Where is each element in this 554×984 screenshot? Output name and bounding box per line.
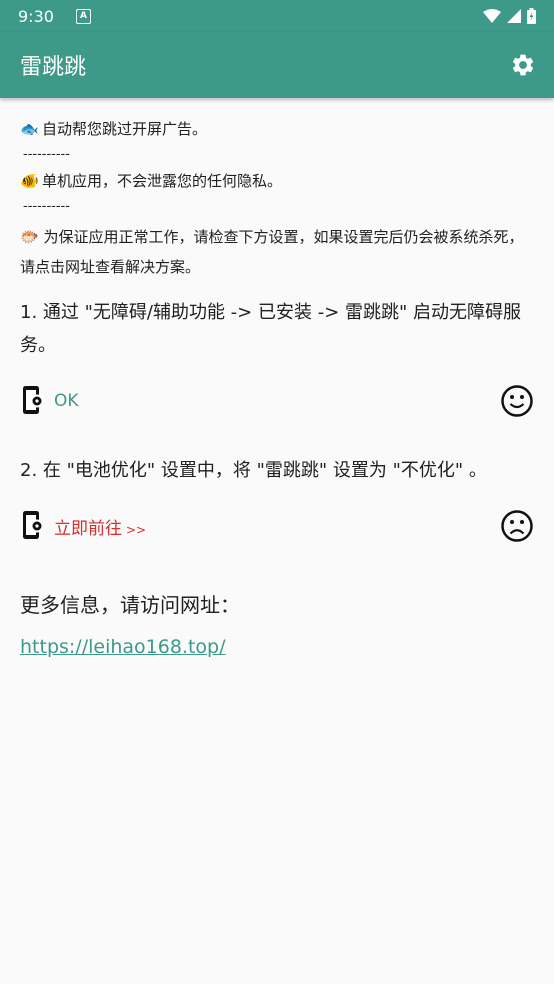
settings-button[interactable]	[508, 50, 538, 80]
separator: ----------	[23, 199, 70, 214]
intro-text-2: 单机应用，不会泄露您的任何隐私。	[42, 172, 283, 190]
intro-text-3-body: 为保证应用正常工作，请检查下方设置，如果设置完后仍会被系统杀死，请点击网址查看解…	[20, 228, 524, 276]
smiley-face-icon	[501, 385, 533, 417]
intro-line-3: 🐡 为保证应用正常工作，请检查下方设置，如果设置完后仍会被系统杀死，请点击网址查…	[20, 222, 534, 282]
wifi-icon	[483, 9, 501, 23]
blowfish-icon: 🐡	[20, 228, 39, 246]
step-1-status-row: OK	[20, 376, 534, 426]
gear-icon	[512, 54, 534, 76]
step-2-text: 2. 在 "电池优化" 设置中，将 "雷跳跳" 设置为 "不优化" 。	[20, 460, 487, 481]
battery-optimization-go-button[interactable]: 立即前往 >>	[20, 510, 146, 542]
step-2-status-row: 立即前往 >>	[20, 501, 534, 551]
status-bar: 9:30 A	[0, 0, 554, 32]
intro-line-2: 🐠 单机应用，不会泄露您的任何隐私。	[20, 170, 534, 192]
go-arrow: >>	[126, 522, 147, 537]
step-1-text: 1. 通过 "无障碍/辅助功能 -> 已安装 -> 雷跳跳" 启动无障碍服务。	[20, 302, 522, 356]
fish-icon: 🐟	[20, 120, 39, 138]
accessibility-ok-status[interactable]: OK	[20, 385, 79, 417]
intro-text-3: 🐡 为保证应用正常工作，请检查下方设置，如果设置完后仍会被系统杀死，请点击网址查…	[20, 222, 534, 282]
go-now-label: 立即前往	[54, 518, 122, 539]
status-time: 9:30	[18, 6, 54, 26]
notification-a-icon: A	[75, 8, 91, 24]
phone-settings-icon	[23, 386, 44, 414]
phone-settings-icon	[23, 511, 44, 539]
sad-face-icon	[501, 510, 533, 542]
tropical-fish-icon: 🐠	[20, 172, 39, 190]
battery-icon	[527, 8, 536, 24]
app-bar: 雷跳跳	[0, 32, 554, 98]
separator: ----------	[23, 147, 70, 162]
more-info-label: 更多信息，请访问网址：	[20, 593, 240, 617]
main-content: 🐟 自动帮您跳过开屏广告。 ---------- 🐠 单机应用，不会泄露您的任何…	[0, 98, 554, 658]
app-title: 雷跳跳	[20, 55, 87, 80]
signal-icon	[507, 9, 521, 23]
website-link[interactable]: https://leihao168.top/	[20, 636, 226, 658]
ok-label: OK	[54, 391, 79, 411]
intro-line-1: 🐟 自动帮您跳过开屏广告。	[20, 118, 534, 140]
intro-text-1: 自动帮您跳过开屏广告。	[42, 120, 208, 138]
